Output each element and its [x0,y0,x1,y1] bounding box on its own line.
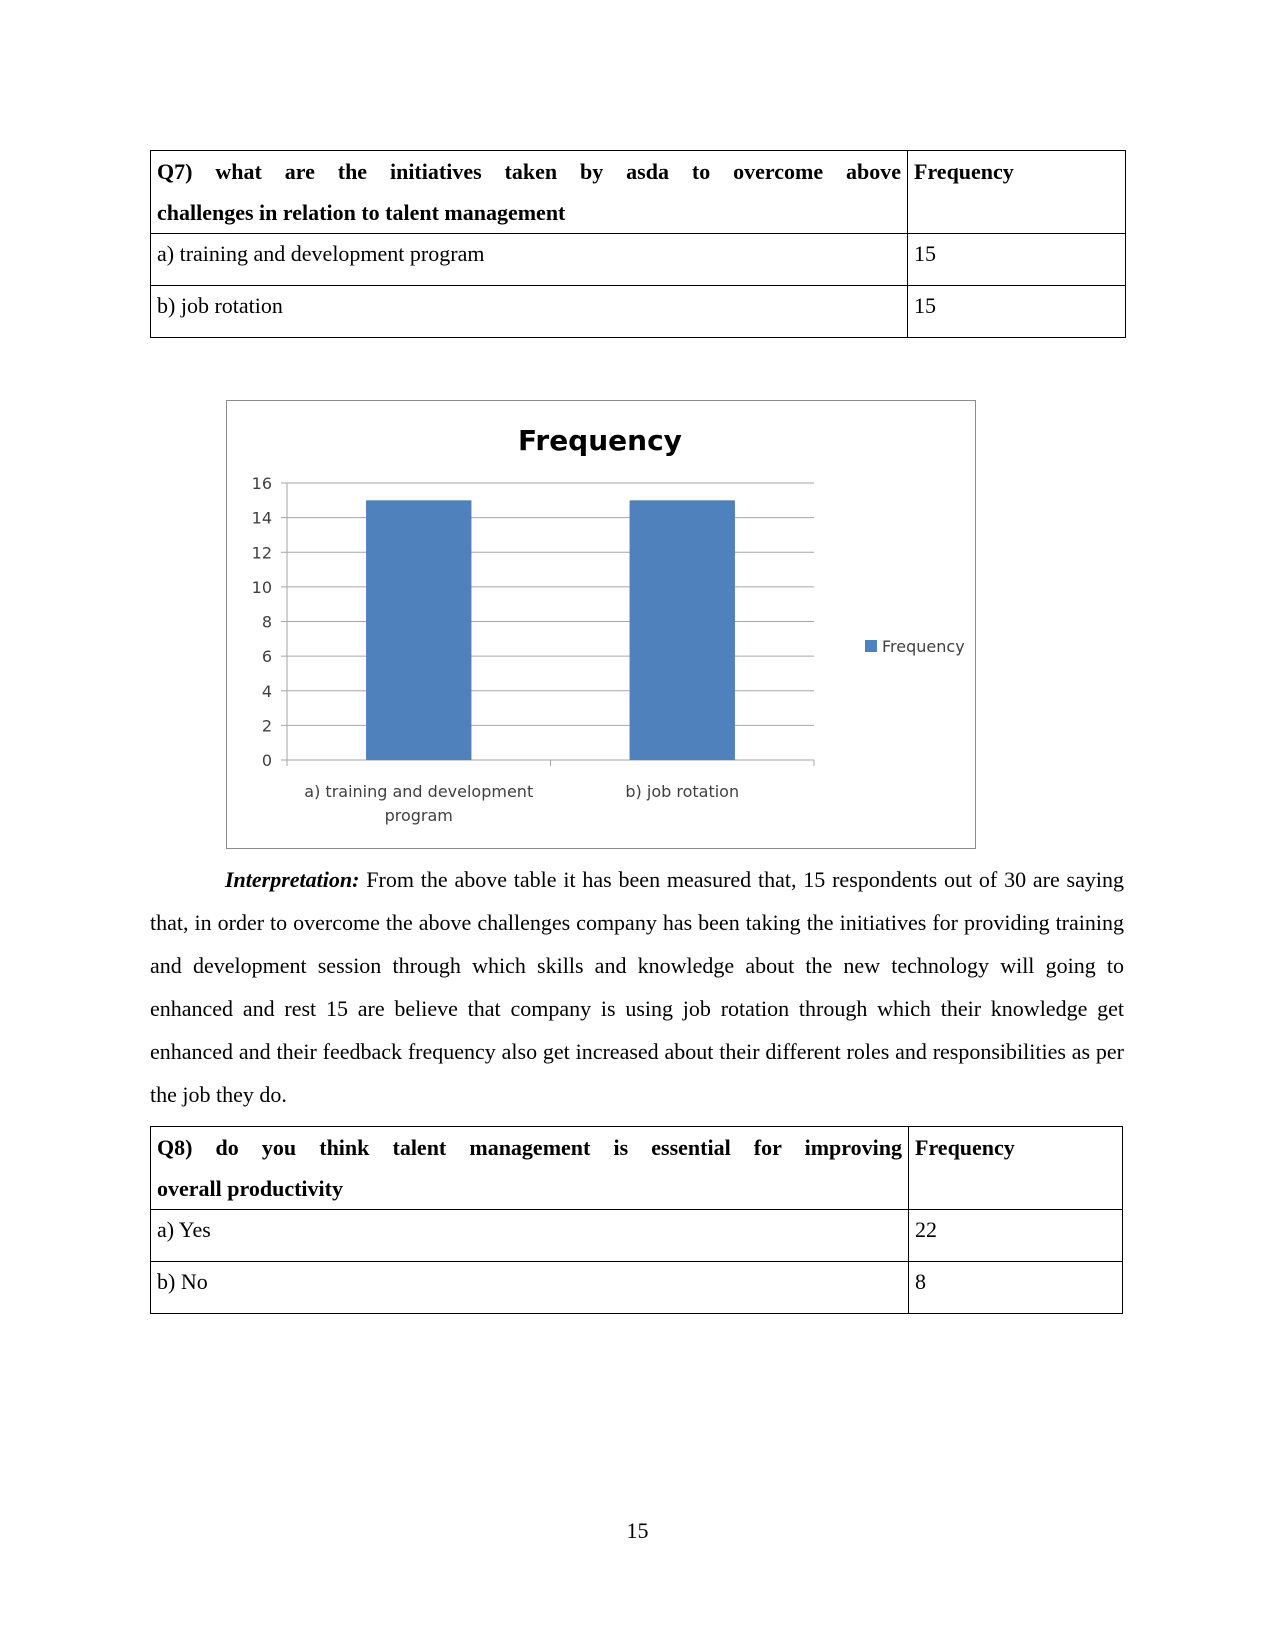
page-number: 15 [626,1518,649,1543]
q8-frequency-cell: 22 [908,1209,1123,1262]
q7-question-line1: Q7) what are the initiatives taken by as… [157,159,901,184]
y-tick-label: 14 [252,509,272,528]
frequency-bar-chart: Frequency 0 2 4 6 8 10 12 14 16 a) training and de… [226,400,976,849]
q7-question-line2: challenges in relation to talent managem… [157,200,566,225]
table-row: a) training and development program 15 [150,233,1126,286]
chart-title: Frequency [518,424,682,457]
bar [629,500,735,760]
q8-question-line1: Q8) do you think talent management is es… [157,1135,902,1160]
legend-label: Frequency [882,637,965,656]
table-row: b) job rotation 15 [150,285,1126,338]
y-tick-label: 4 [262,682,272,701]
q7-frequency-cell: 15 [907,285,1126,338]
x-category-label: program [385,806,453,825]
q8-table: Q8) do you think talent management is es… [150,1126,1123,1314]
q7-frequency-header: Frequency [907,150,1126,234]
x-category-label: b) job rotation [625,782,739,801]
q7-header-row: Q7) what are the initiatives taken by as… [150,150,1126,234]
x-category-label: a) training and development [304,782,533,801]
y-tick-label: 0 [262,751,272,770]
document-page: Q7) what are the initiatives taken by as… [0,0,1275,1651]
q8-frequency-cell: 8 [908,1261,1123,1314]
table-row: b) No 8 [150,1261,1123,1314]
q8-header-row: Q8) do you think talent management is es… [150,1126,1123,1210]
y-tick-label: 8 [262,613,272,632]
q8-question-line2: overall productivity [157,1176,343,1201]
y-tick-label: 10 [252,578,272,597]
interpretation-paragraph: Interpretation: From the above table it … [150,858,1124,1116]
bar [366,500,472,760]
y-tick-label: 16 [252,474,272,493]
q7-question-cell: Q7) what are the initiatives taken by as… [150,150,908,234]
q8-option-cell: b) No [150,1261,909,1314]
table-row: a) Yes 22 [150,1209,1123,1262]
q7-table: Q7) what are the initiatives taken by as… [150,150,1126,338]
q8-question-cell: Q8) do you think talent management is es… [150,1126,909,1210]
y-tick-label: 2 [262,716,272,735]
interpretation-label: Interpretation: [225,867,360,892]
chart-canvas: Frequency 0 2 4 6 8 10 12 14 16 a) training and de… [252,424,965,825]
interpretation-text: From the above table it has been measure… [150,867,1124,1107]
q7-option-cell: b) job rotation [150,285,908,338]
q8-option-cell: a) Yes [150,1209,909,1262]
q7-frequency-cell: 15 [907,233,1126,286]
y-tick-label: 12 [252,543,272,562]
q8-frequency-header: Frequency [908,1126,1123,1210]
q7-option-cell: a) training and development program [150,233,908,286]
y-tick-label: 6 [262,647,272,666]
legend-swatch [865,640,877,652]
